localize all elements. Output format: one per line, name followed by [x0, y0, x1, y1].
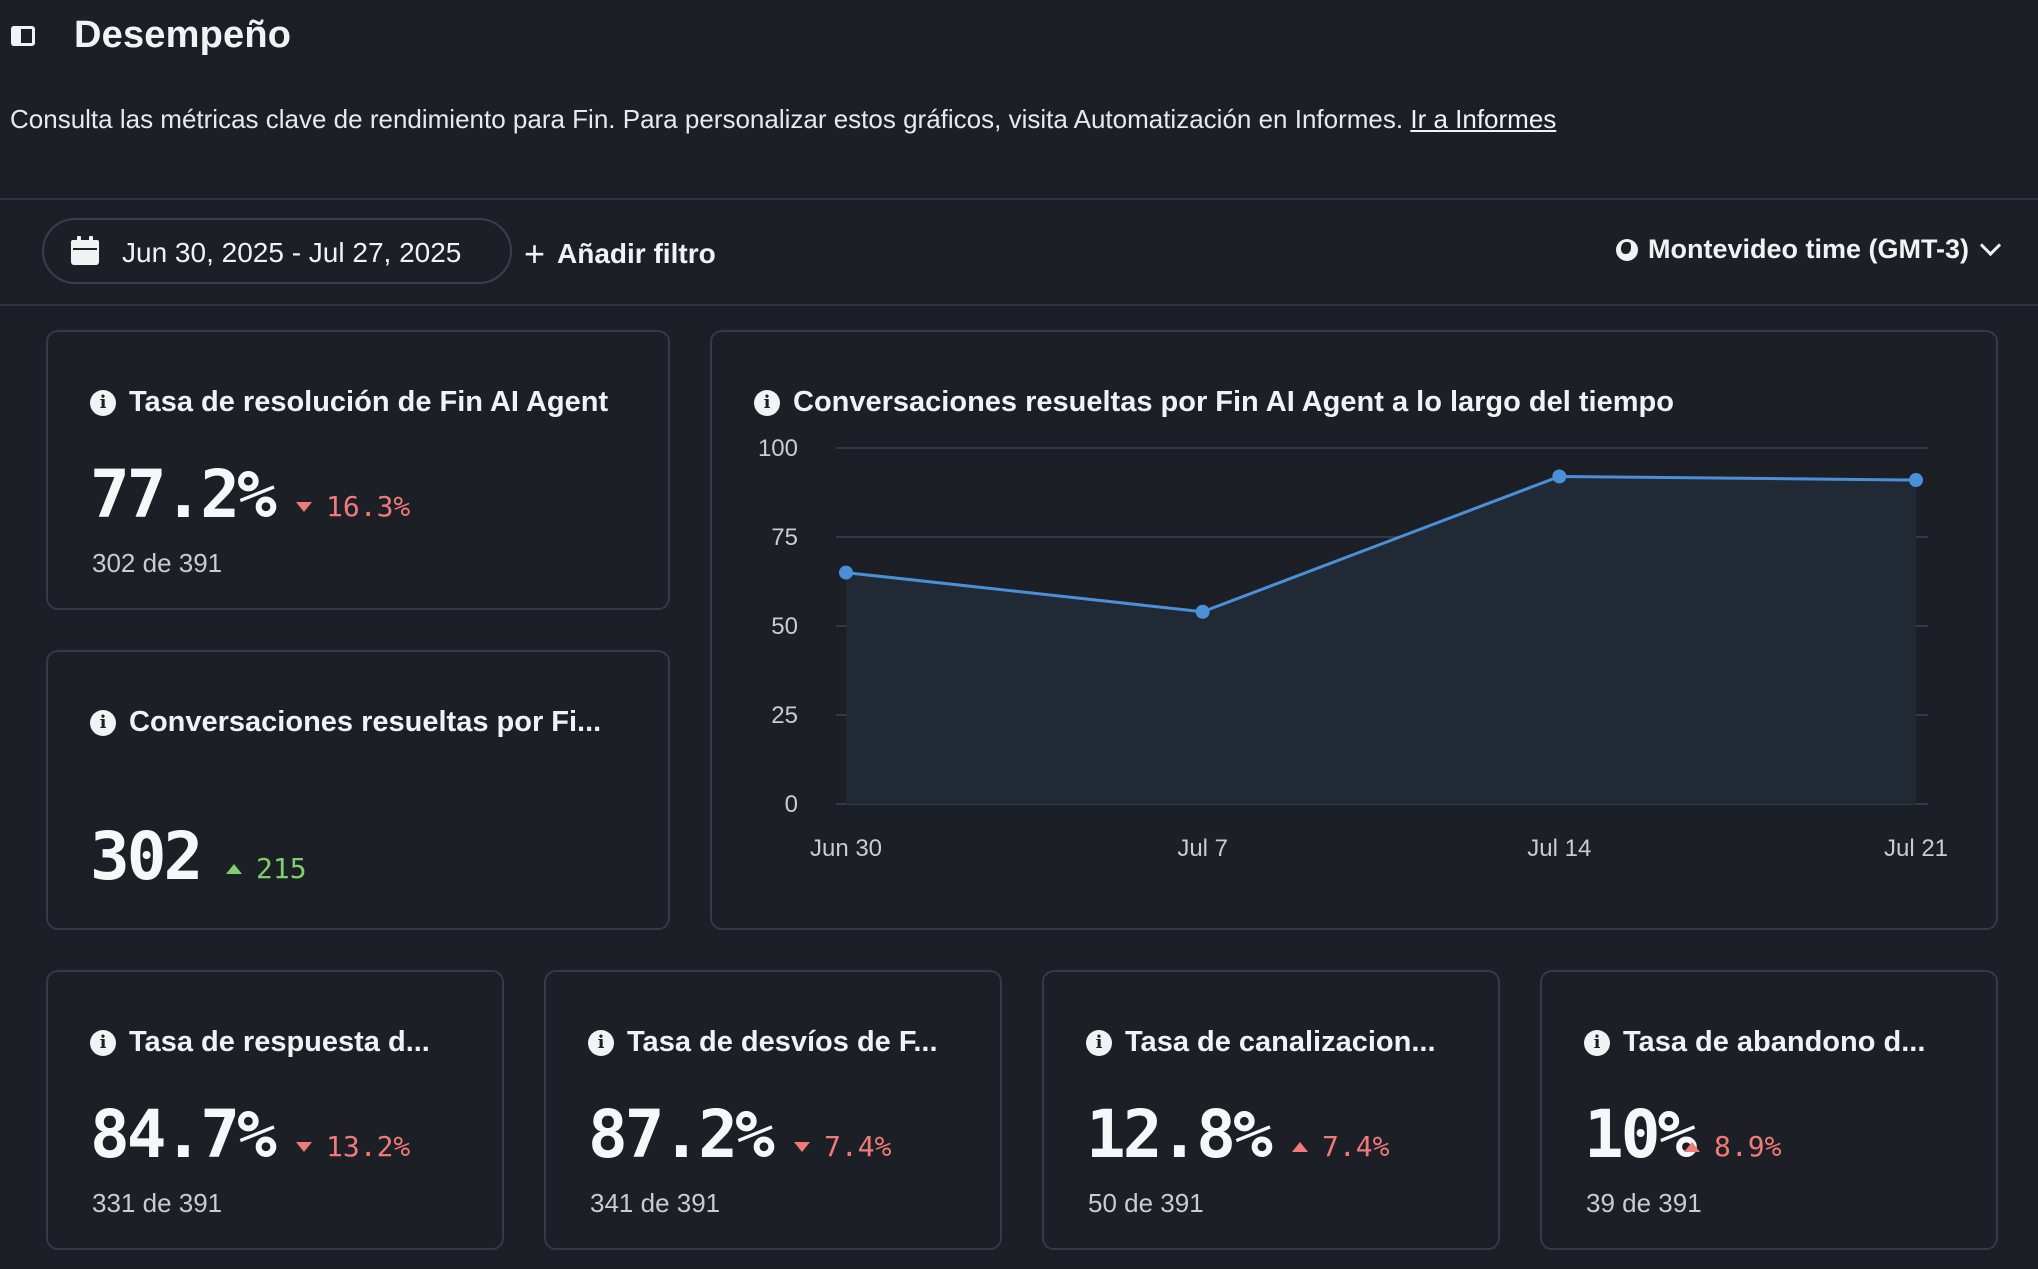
x-tick-label: Jul 14 [1527, 835, 1591, 862]
info-icon[interactable]: i [1584, 1029, 1610, 1056]
trend-up-icon [1684, 1141, 1700, 1152]
metric-delta: 16.3% [296, 490, 410, 523]
delta-value: 7.4% [1322, 1130, 1390, 1163]
metric-delta: 8.9% [1684, 1130, 1781, 1163]
card-title-text: Tasa de respuesta d... [129, 1026, 430, 1058]
info-icon[interactable]: i [90, 389, 116, 416]
card-title: i Tasa de respuesta d... [90, 1026, 430, 1059]
data-point [839, 565, 853, 580]
card-title: i Tasa de abandono d... [1584, 1026, 1925, 1059]
add-filter-label: Añadir filtro [557, 238, 716, 269]
metric-subtext: 302 de 391 [92, 548, 223, 578]
y-tick-label: 100 [758, 435, 798, 462]
metric-subtext: 341 de 391 [590, 1188, 721, 1218]
add-filter-button[interactable]: + Añadir filtro [524, 234, 716, 274]
data-point [1552, 469, 1567, 484]
delta-value: 8.9% [1714, 1130, 1782, 1163]
metric-value: 12.8% [1086, 1096, 1273, 1173]
card-title: i Tasa de desvíos de F... [588, 1026, 938, 1059]
y-tick-label: 0 [785, 791, 798, 818]
delta-value: 215 [256, 852, 307, 885]
data-point [1195, 604, 1210, 619]
go-to-reports-link[interactable]: Ir a Informes [1410, 104, 1556, 134]
delta-value: 16.3% [326, 490, 411, 523]
delta-value: 7.4% [824, 1130, 892, 1163]
card-title-text: Tasa de abandono d... [1623, 1026, 1926, 1058]
card-title-text: Tasa de desvíos de F... [627, 1026, 938, 1058]
resolution-rate-card[interactable]: i Tasa de resolución de Fin AI Agent 77.… [46, 330, 670, 610]
timezone-selector[interactable]: Montevideo time (GMT-3) [1615, 234, 2002, 265]
trend-up-icon [226, 863, 242, 874]
x-tick-label: Jun 30 [810, 835, 882, 862]
metric-subtext: 331 de 391 [92, 1188, 223, 1218]
resolved-over-time-card[interactable]: i Conversaciones resueltas por Fin AI Ag… [710, 330, 1998, 930]
card-title: i Tasa de canalizacion... [1086, 1026, 1436, 1059]
date-range-label: Jun 30, 2025 - Jul 27, 2025 [122, 237, 462, 268]
page-title: Desempeño [74, 14, 292, 56]
filter-toolbar: Jun 30, 2025 - Jul 27, 2025 + Añadir fil… [0, 200, 2038, 304]
card-title-text: Tasa de canalizacion... [1125, 1026, 1436, 1058]
trend-down-icon [296, 1141, 312, 1152]
card-title-text: Tasa de resolución de Fin AI Agent [129, 386, 609, 418]
metric-delta: 7.4% [794, 1130, 891, 1163]
abandon-rate-card[interactable]: i Tasa de abandono d... 10% 8.9% 39 de 3… [1540, 970, 1998, 1250]
metric-value: 10% [1584, 1096, 1697, 1173]
metric-subtext: 50 de 391 [1088, 1188, 1204, 1218]
y-tick-label: 25 [771, 702, 798, 729]
data-point [1909, 473, 1923, 488]
sidebar-toggle-icon[interactable] [10, 25, 40, 51]
page-header: Desempeño Consulta las métricas clave de… [0, 0, 2038, 198]
card-title-text: Conversaciones resueltas por Fi... [129, 706, 602, 738]
plus-icon: + [524, 233, 546, 274]
card-title: i Conversaciones resueltas por Fin AI Ag… [754, 386, 1674, 419]
x-tick-label: Jul 21 [1884, 835, 1948, 862]
metric-value: 302 [90, 818, 203, 895]
metric-delta: 13.2% [296, 1130, 410, 1163]
card-title: i Conversaciones resueltas por Fi... [90, 706, 601, 739]
series-area [846, 476, 1916, 804]
globe-icon [1615, 238, 1638, 261]
x-tick-label: Jul 7 [1177, 835, 1228, 862]
metric-subtext: 39 de 391 [1586, 1188, 1702, 1218]
y-tick-label: 75 [771, 524, 798, 551]
response-rate-card[interactable]: i Tasa de respuesta d... 84.7% 13.2% 331… [46, 970, 504, 1250]
toolbar-divider [0, 304, 2038, 306]
info-icon[interactable]: i [754, 389, 780, 416]
metric-value: 87.2% [588, 1096, 775, 1173]
metric-delta: 215 [226, 852, 307, 885]
timezone-label: Montevideo time (GMT-3) [1647, 234, 1969, 264]
metric-delta: 7.4% [1292, 1130, 1389, 1163]
trend-down-icon [794, 1141, 810, 1152]
delta-value: 13.2% [326, 1130, 411, 1163]
chevron-down-icon [1979, 234, 2002, 257]
trend-up-icon [1292, 1141, 1308, 1152]
info-icon[interactable]: i [1086, 1029, 1112, 1056]
routing-rate-card[interactable]: i Tasa de canalizacion... 12.8% 7.4% 50 … [1042, 970, 1500, 1250]
info-icon[interactable]: i [588, 1029, 614, 1056]
y-tick-label: 50 [771, 613, 798, 640]
calendar-icon [71, 236, 99, 265]
card-title: i Tasa de resolución de Fin AI Agent [90, 386, 608, 419]
trend-down-icon [296, 501, 312, 512]
line-chart: 0 25 50 75 100 Jun 30 Jul 7 Jul 14 Jul 21 [758, 435, 1948, 862]
info-icon[interactable]: i [90, 1029, 116, 1056]
metric-value: 77.2% [90, 456, 277, 533]
info-icon[interactable]: i [90, 709, 116, 736]
date-range-picker[interactable]: Jun 30, 2025 - Jul 27, 2025 [42, 218, 512, 284]
deflection-rate-card[interactable]: i Tasa de desvíos de F... 87.2% 7.4% 341… [544, 970, 1002, 1250]
chart-title: Conversaciones resueltas por Fin AI Agen… [793, 386, 1674, 418]
resolved-count-card[interactable]: i Conversaciones resueltas por Fi... 302… [46, 650, 670, 930]
page-description: Consulta las métricas clave de rendimien… [10, 104, 1556, 135]
description-text: Consulta las métricas clave de rendimien… [10, 104, 1404, 134]
metric-value: 84.7% [90, 1096, 277, 1173]
